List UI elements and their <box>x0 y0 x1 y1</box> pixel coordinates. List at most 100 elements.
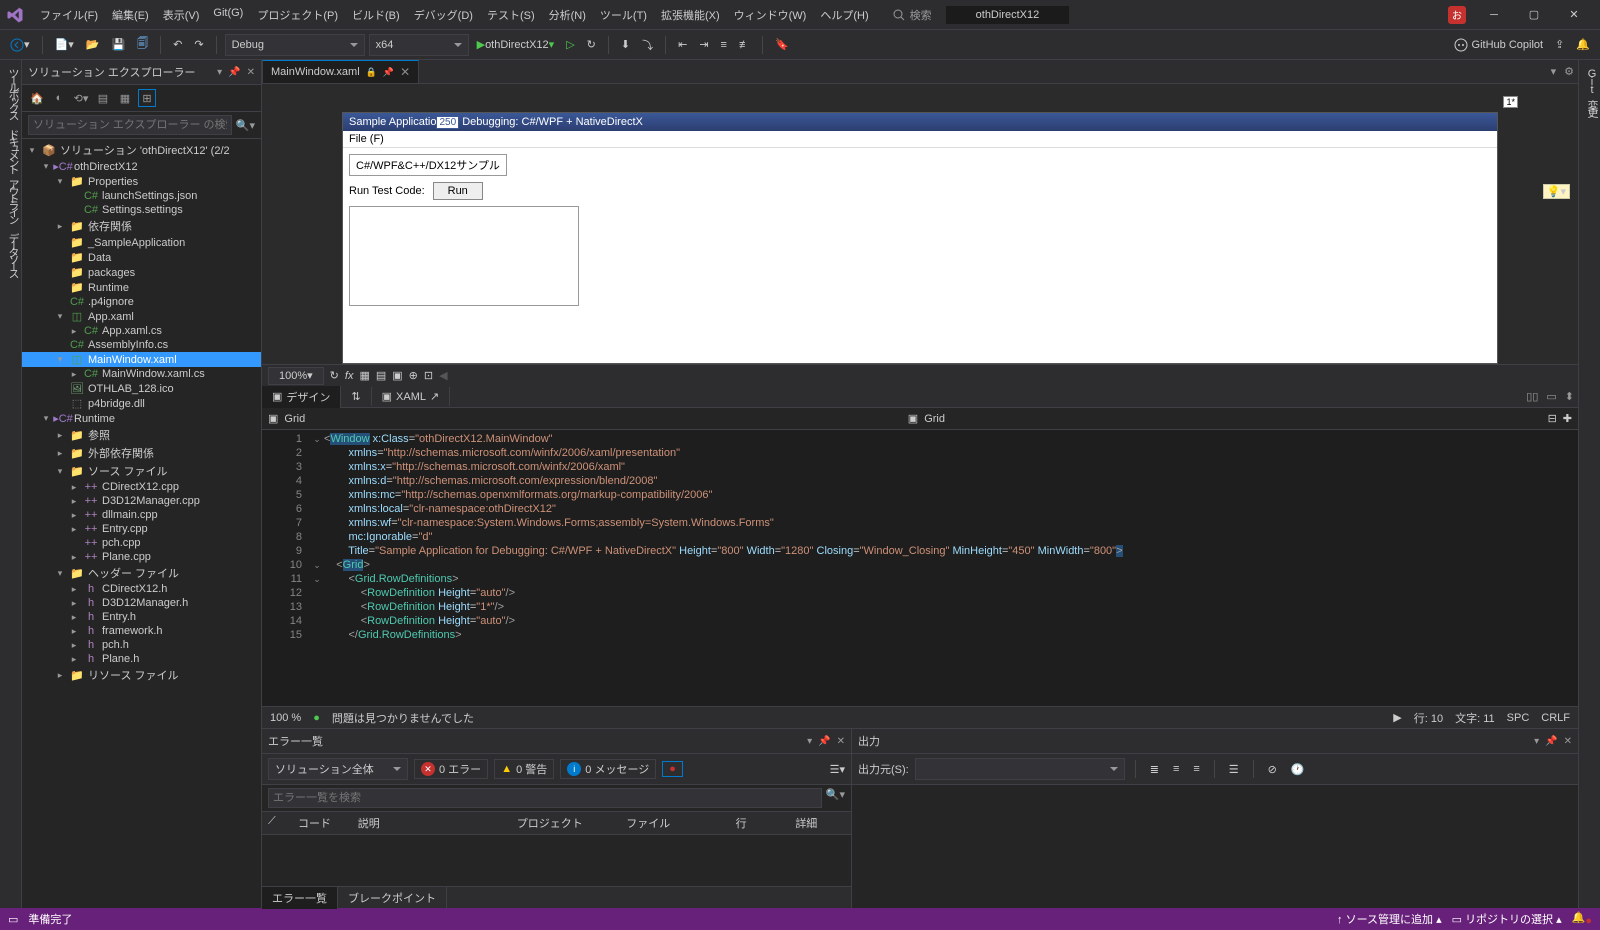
chevron-icon[interactable]: ▸ <box>68 654 80 665</box>
search-icon[interactable]: 🔍▾ <box>236 119 255 132</box>
chevron-icon[interactable]: ▸ <box>68 598 80 609</box>
tree-item[interactable]: C# launchSettings.json <box>22 189 261 203</box>
tree-item[interactable]: ▾ 📁 ソース ファイル <box>22 462 261 480</box>
chevron-icon[interactable]: ▸ <box>68 640 80 651</box>
menu-item[interactable]: 表示(V) <box>157 4 206 26</box>
output-btn5[interactable]: ⊘ <box>1264 761 1281 778</box>
pin-icon[interactable]: 📌 <box>383 67 394 78</box>
tree-item[interactable]: ▸ ++ dllmain.cpp <box>22 508 261 522</box>
copilot-button[interactable]: GitHub Copilot <box>1450 36 1548 54</box>
output-btn6[interactable]: 🕐 <box>1287 761 1309 778</box>
step-over-button[interactable]: ⤵ <box>638 35 657 55</box>
grid-icon[interactable]: ▦ <box>359 369 369 382</box>
tree[interactable]: ▾ 📦 ソリューション 'othDirectX12' (2/2 ▾ ▸C# ot… <box>22 139 261 908</box>
refresh-button[interactable]: ↻ <box>583 36 600 53</box>
minimize-button[interactable]: ─ <box>1474 1 1514 29</box>
errors-pill[interactable]: ✕0 エラー <box>414 759 488 779</box>
menu-item[interactable]: Git(G) <box>207 4 249 26</box>
chevron-icon[interactable]: ▸ <box>54 670 66 681</box>
chevron-icon[interactable]: ▾ <box>54 466 66 477</box>
chevron-icon[interactable]: ▸ <box>54 221 66 232</box>
chevron-icon[interactable]: ▸ <box>68 369 80 380</box>
chevron-icon[interactable]: ▸ <box>68 496 80 507</box>
tree-item[interactable]: C# Settings.settings <box>22 203 261 217</box>
tree-item[interactable]: ▸ ++ CDirectX12.cpp <box>22 480 261 494</box>
comment-button[interactable]: ≡ <box>717 37 731 53</box>
menu-item[interactable]: デバッグ(D) <box>408 4 479 26</box>
warnings-pill[interactable]: ▲0 警告 <box>494 759 554 779</box>
status-col[interactable]: 文字: 11 <box>1455 710 1495 726</box>
expand-icon[interactable]: ⬍ <box>1565 390 1574 403</box>
chevron-icon[interactable]: ▸ <box>68 584 80 595</box>
grid2-icon[interactable]: ▤ <box>376 369 386 382</box>
settings-icon[interactable]: ⊟ <box>1548 412 1557 425</box>
chevron-icon[interactable]: ▸ <box>68 552 80 563</box>
col-header[interactable]: 行 <box>736 815 786 831</box>
output-btn1[interactable]: ≣ <box>1146 761 1163 778</box>
chevron-icon[interactable]: ▾ <box>54 568 66 579</box>
error-search[interactable] <box>268 788 822 808</box>
col-header[interactable]: コード <box>298 815 348 831</box>
share-button[interactable]: ⇪ <box>1551 36 1568 53</box>
menu-item[interactable]: テスト(S) <box>481 4 541 26</box>
tree-item[interactable]: ▾ 📁 ヘッダー ファイル <box>22 564 261 582</box>
status-line[interactable]: 行: 10 <box>1414 710 1443 726</box>
tree-item[interactable]: ▾ ◫ App.xaml <box>22 309 261 324</box>
output-icon[interactable]: ▭ <box>8 913 18 926</box>
tree-item[interactable]: ▸ h Plane.h <box>22 652 261 666</box>
undo-button[interactable]: ↶ <box>169 36 186 53</box>
menu-item[interactable]: ウィンドウ(W) <box>728 4 813 26</box>
code-editor[interactable]: 123456789101112131415 ⌄⌄⌄ <Window x:Clas… <box>262 430 1578 706</box>
tree-item[interactable]: ▸ C# MainWindow.xaml.cs <box>22 367 261 381</box>
tree-item[interactable]: ▸ ++ D3D12Manager.cpp <box>22 494 261 508</box>
snap2-icon[interactable]: ⊕ <box>409 369 418 382</box>
chevron-icon[interactable]: ▾ <box>40 413 52 424</box>
menu-item[interactable]: ツール(T) <box>594 4 653 26</box>
lightbulb-icon[interactable]: 💡▾ <box>1543 184 1570 199</box>
panel-tab[interactable]: エラー一覧 <box>262 887 338 909</box>
menu-item[interactable]: 分析(N) <box>543 4 592 26</box>
status-eol[interactable]: CRLF <box>1541 712 1570 724</box>
save-button[interactable]: 💾 <box>107 36 129 53</box>
chevron-icon[interactable]: ▾ <box>54 311 66 322</box>
tree-item[interactable]: ++ pch.cpp <box>22 536 261 550</box>
tree-item[interactable]: ▾ 📁 Properties <box>22 174 261 189</box>
config-dropdown[interactable]: Debug <box>225 34 365 56</box>
chevron-icon[interactable]: ▸ <box>68 626 80 637</box>
bookmark-button[interactable]: 🔖 <box>771 36 793 53</box>
explorer-search[interactable] <box>28 115 232 135</box>
build-pill[interactable]: ● <box>662 761 683 777</box>
new-button[interactable]: 📄▾ <box>51 36 78 53</box>
snap-icon[interactable]: ▣ <box>392 369 402 382</box>
chevron-icon[interactable]: ▸ <box>68 482 80 493</box>
output-btn2[interactable]: ≡ <box>1169 761 1183 777</box>
show-button[interactable]: ▦ <box>116 89 134 107</box>
crumb-right[interactable]: Grid <box>924 413 945 425</box>
search-icon[interactable]: 🔍▾ <box>826 788 845 808</box>
back-button[interactable]: ▾ <box>6 36 34 54</box>
scope-dropdown[interactable]: ソリューション全体 <box>268 758 408 780</box>
rail-tab[interactable]: ツールボックス <box>7 66 19 119</box>
tree-item[interactable]: ▸ h pch.h <box>22 638 261 652</box>
messages-pill[interactable]: i0 メッセージ <box>560 759 656 779</box>
tree-item[interactable]: ▸ ++ Entry.cpp <box>22 522 261 536</box>
lock-icon[interactable]: 🔒 <box>366 67 377 78</box>
tree-item[interactable]: ▾ 📦 ソリューション 'othDirectX12' (2/2 <box>22 141 261 159</box>
swap-button[interactable]: ⇅ <box>341 387 371 406</box>
col-header[interactable]: ファイル <box>626 815 725 831</box>
tree-item[interactable]: 📁 _SampleApplication <box>22 235 261 250</box>
start-nodebug-button[interactable]: ▷ <box>562 36 578 53</box>
tree-item[interactable]: C# AssemblyInfo.cs <box>22 338 261 352</box>
tree-item[interactable]: ▾ ▸C# othDirectX12 <box>22 159 261 174</box>
chevron-icon[interactable]: ▸ <box>68 510 80 521</box>
col-header[interactable]: 説明 <box>358 815 507 831</box>
chevron-icon[interactable]: ▸ <box>68 326 80 337</box>
tree-item[interactable]: ▸ 📁 外部依存関係 <box>22 444 261 462</box>
pin-icon[interactable]: 📌 <box>228 67 240 78</box>
output-btn4[interactable]: ☰ <box>1225 761 1243 778</box>
tab-xaml[interactable]: ▣ XAML ↗ <box>372 387 451 406</box>
redo-button[interactable]: ↷ <box>190 36 207 53</box>
tree-item[interactable]: ▸ 📁 リソース ファイル <box>22 666 261 684</box>
filter-button[interactable]: ▤ <box>94 89 112 107</box>
tab-mainwindow[interactable]: MainWindow.xaml 🔒 📌 ✕ <box>262 60 419 83</box>
